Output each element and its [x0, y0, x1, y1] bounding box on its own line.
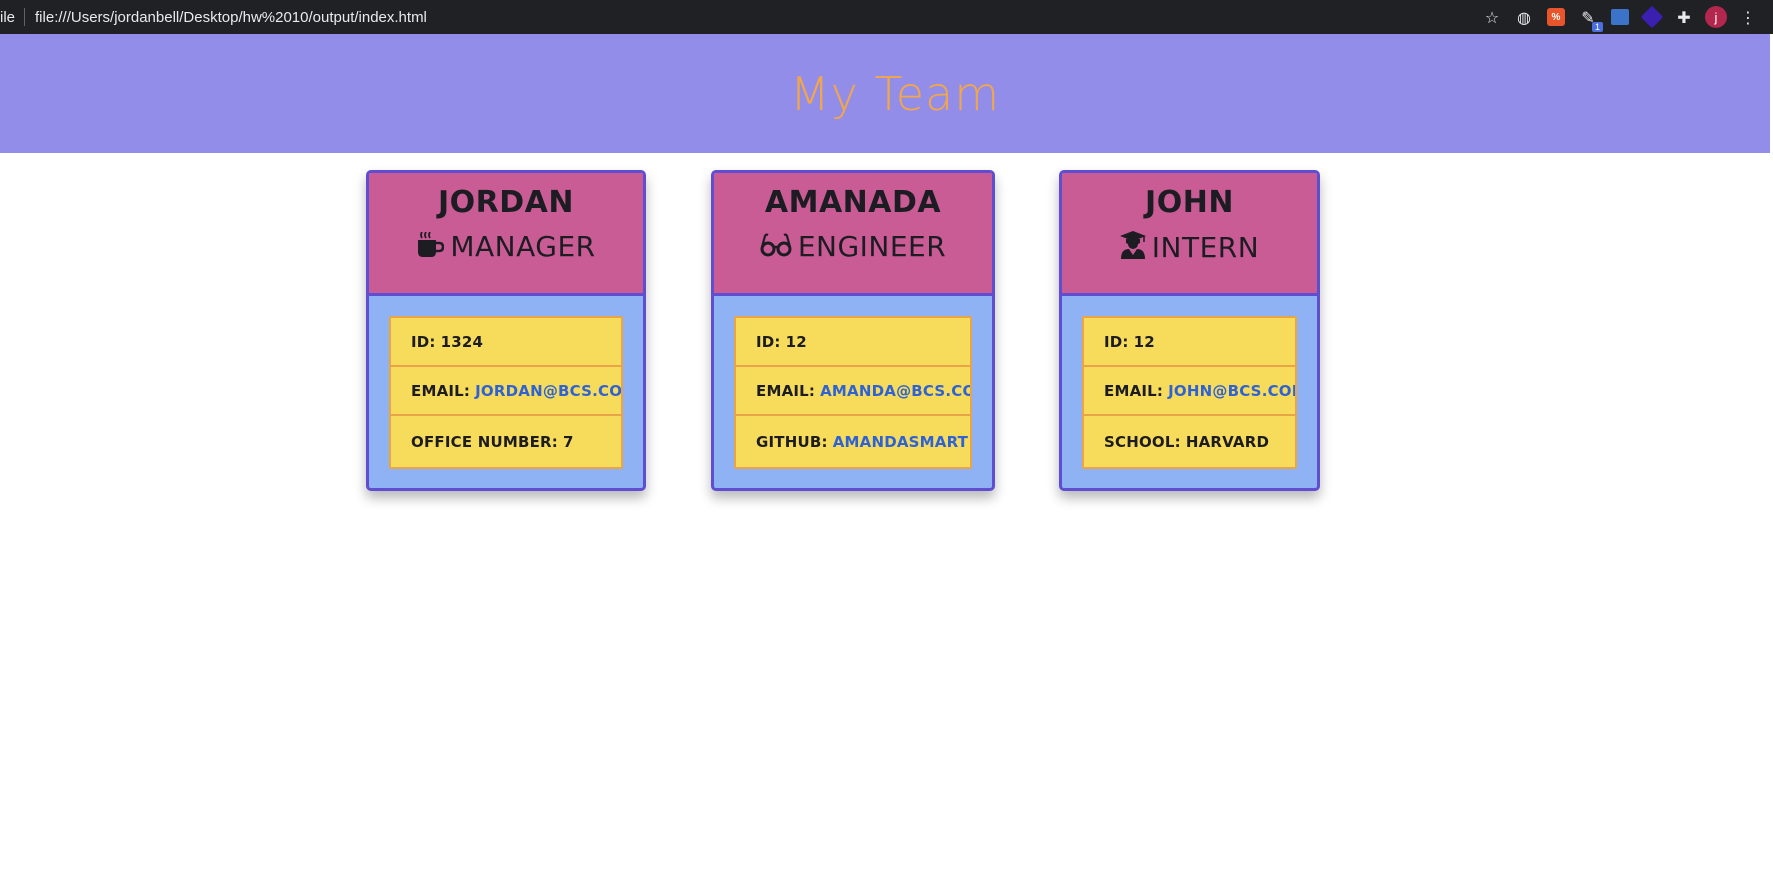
github-link[interactable]: AMANDASMART — [833, 433, 968, 451]
page-header: My Team — [0, 34, 1770, 153]
role-label: MANAGER — [450, 230, 596, 263]
card-body: ID: 1324 EMAIL: JORDAN@BCS.COM OFFICE NUMB… — [369, 296, 643, 469]
list-item-school: SCHOOL: HARVARD — [1084, 416, 1295, 467]
detail-list: ID: 1324 EMAIL: JORDAN@BCS.COM OFFICE NUMB… — [389, 316, 623, 469]
card-body: ID: 12 EMAIL: JOHN@BCS.COM SCHOOL: HARVARD — [1062, 296, 1317, 469]
extension-counter-icon[interactable]: ✎ 1 — [1577, 6, 1603, 32]
role-label: INTERN — [1151, 230, 1260, 264]
list-item-id: ID: 12 — [736, 318, 970, 367]
extension-purple-icon[interactable] — [1640, 5, 1664, 29]
glasses-icon — [760, 233, 792, 262]
extension-orange-label: % — [1547, 8, 1565, 26]
role-label: ENGINEER — [797, 230, 947, 263]
list-item-email: EMAIL: JORDAN@BCS.COM — [391, 367, 621, 416]
extension-web-icon[interactable]: ◍ — [1513, 6, 1535, 28]
profile-avatar[interactable]: j — [1705, 6, 1727, 28]
card-body: ID:12 EMAIL:AMANDA@BCS.COM GITHUB:AMANDA… — [714, 296, 992, 469]
mug-icon — [416, 231, 445, 263]
email-link[interactable]: AMANDA@BCS.COM — [820, 382, 970, 400]
browser-toolbar: ile file:///Users/jordanbell/Desktop/hw%… — [0, 0, 1773, 34]
employee-card-manager: JORDAN MANAGER ID: 1324 EMAIL: JORDAN@BCS.… — [366, 170, 646, 491]
graduate-icon — [1119, 231, 1146, 264]
office-number-value: 7 — [563, 432, 574, 451]
list-item-email: EMAIL: JOHN@BCS.COM — [1084, 367, 1295, 416]
bookmark-star-icon[interactable]: ☆ — [1481, 6, 1503, 28]
address-bar[interactable]: file:///Users/jordanbell/Desktop/hw%2010… — [35, 9, 427, 26]
toolbar-icons: ☆ ◍ % ✎ 1 ✚ j ⋮ — [1481, 0, 1759, 34]
extension-badge: 1 — [1591, 22, 1603, 32]
employee-name: JOHN — [1145, 185, 1234, 220]
email-link[interactable]: JOHN@BCS.COM — [1168, 382, 1295, 400]
detail-list: ID: 12 EMAIL: JOHN@BCS.COM SCHOOL: HARVARD — [1082, 316, 1297, 469]
extension-window-icon[interactable] — [1609, 6, 1631, 28]
list-item-github: GITHUB: AMANDASMART — [736, 416, 970, 467]
card-header: AMANADA ENGINEER — [714, 173, 992, 296]
menu-kebab-icon[interactable]: ⋮ — [1737, 6, 1759, 28]
card-header: JORDAN MANAGER — [369, 173, 643, 296]
email-link[interactable]: JORDAN@BCS.COM — [475, 382, 621, 400]
detail-list: ID:12 EMAIL:AMANDA@BCS.COM GITHUB:AMANDA… — [734, 316, 972, 469]
employee-name: AMANADA — [764, 185, 942, 220]
list-item-office: OFFICE NUMBER: 7 — [391, 416, 621, 467]
list-item-email: EMAIL:AMANDA@BCS.COM — [736, 367, 970, 416]
team-cards: JORDAN MANAGER ID: 1324 EMAIL: JORDAN@BCS.… — [0, 170, 1773, 500]
url-divider — [24, 8, 26, 26]
list-item-id: ID: 12 — [1084, 318, 1295, 367]
page-title: My Team — [789, 66, 1001, 121]
id-value: 12 — [1133, 332, 1155, 351]
employee-name: JORDAN — [438, 185, 574, 220]
id-value: 1324 — [440, 332, 484, 351]
list-item-id: ID: 1324 — [391, 318, 621, 367]
employee-card-intern: JOHN INTERN ID: 12 EMAIL: JOHN@BCS.COM SCH… — [1059, 170, 1320, 491]
employee-card-engineer: AMANADA ENGINEER ID: 12 EMAIL: AMANDA@BCS.… — [711, 170, 995, 491]
card-header: JOHN INTERN — [1062, 173, 1317, 296]
id-value: 12 — [785, 332, 807, 351]
school-value: HARVARD — [1185, 432, 1270, 451]
employee-role: ENGINEER — [714, 231, 992, 263]
extensions-puzzle-icon[interactable]: ✚ — [1673, 6, 1695, 28]
url-scheme-label: ile — [0, 8, 16, 26]
employee-role: MANAGER — [369, 231, 643, 263]
employee-role: INTERN — [1062, 231, 1317, 264]
extension-orange-icon[interactable]: % — [1545, 6, 1567, 28]
